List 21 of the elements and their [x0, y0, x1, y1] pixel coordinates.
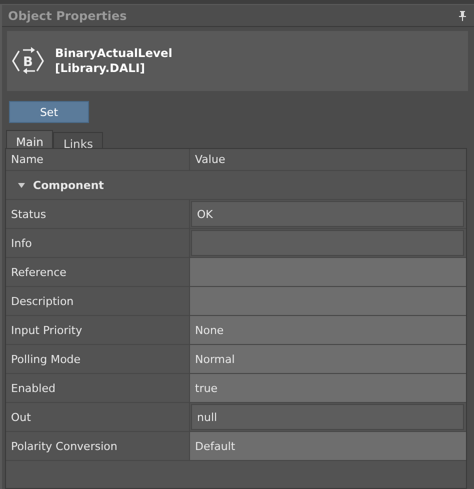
set-button[interactable]: Set [9, 101, 89, 123]
caret-icon[interactable] [18, 182, 25, 188]
property-value[interactable]: Default [190, 432, 466, 460]
object-name: BinaryActualLevel [55, 46, 172, 61]
property-name: Status [6, 200, 190, 228]
property-value: null [191, 404, 464, 430]
tab[interactable]: Links [53, 132, 103, 148]
property-value[interactable]: true [190, 374, 466, 402]
column-header[interactable]: Value [190, 149, 466, 170]
property-name: Out [6, 403, 190, 431]
pin-icon[interactable] [459, 10, 466, 20]
property-value: OK [191, 201, 464, 227]
panel-title: Object Properties [8, 8, 127, 22]
object-library: [Library.DALI] [55, 61, 146, 76]
group-row[interactable]: Component [6, 171, 466, 200]
property-value[interactable]: None [190, 316, 466, 344]
column-header[interactable]: Name [6, 149, 190, 170]
property-name: Info [6, 229, 190, 257]
property-value[interactable]: Normal [190, 345, 466, 373]
group-label: Component [33, 178, 104, 192]
tab[interactable]: Main [6, 130, 54, 148]
